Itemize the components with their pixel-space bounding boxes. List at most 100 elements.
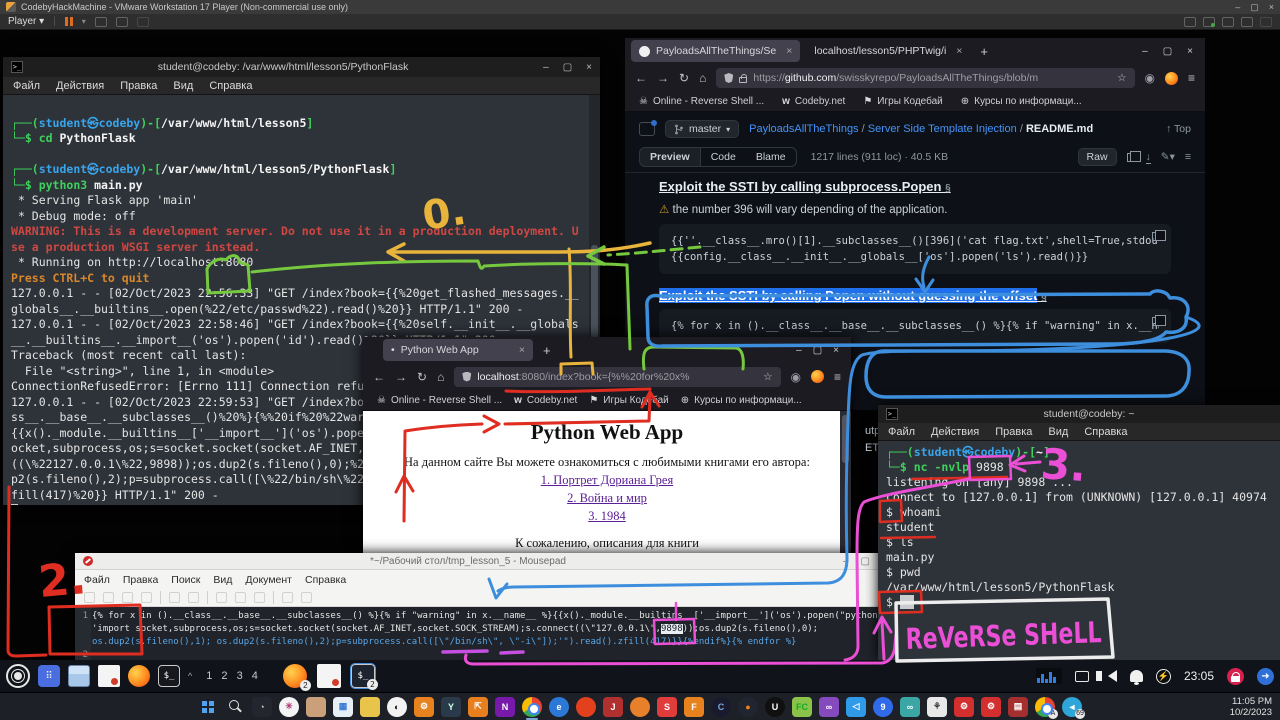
suspend-button[interactable] (65, 17, 73, 26)
menu-help[interactable]: Справка (1084, 426, 1127, 438)
tab-localhost-phptwig[interactable]: localhost/lesson5/PHPTwig/i× (806, 40, 970, 62)
new-tab-button[interactable]: + (543, 343, 551, 358)
firefox-account-icon[interactable] (1165, 72, 1178, 85)
panel-chevron-icon[interactable]: ^ (188, 671, 192, 681)
terminal-titlebar[interactable]: >_ student@codeby: /var/www/html/lesson5… (3, 57, 600, 77)
toolbox-red-icon[interactable]: ▤ (1008, 697, 1028, 717)
jetbrains-icon[interactable]: J (603, 697, 623, 717)
reload-icon[interactable]: ↻ (679, 71, 689, 85)
top-link[interactable]: ↑ Top (1166, 123, 1191, 135)
bookmark-reverse-shell[interactable]: ☠Online - Reverse Shell ... (377, 395, 502, 406)
window-minimize[interactable]: – (1142, 46, 1148, 57)
window-maximize[interactable]: ▢ (563, 62, 572, 73)
file-tree-toggle-icon[interactable] (639, 122, 655, 136)
breadcrumb-dir[interactable]: Server Side Template Injection (868, 123, 1017, 135)
chrome-icon-active[interactable] (522, 697, 542, 717)
shutter-app-icon[interactable]: S (657, 697, 677, 717)
menu-hamburger-icon[interactable]: ≡ (834, 370, 841, 384)
slack-app-icon[interactable]: ✳ (279, 697, 299, 717)
window-maximize[interactable]: ▢ (861, 556, 870, 567)
portrait-app-icon[interactable] (306, 697, 326, 717)
settings-app-icon[interactable]: ⠿ (38, 665, 60, 687)
window-minimize[interactable]: – (543, 62, 549, 73)
url-bar[interactable]: localhost:8080/index?book={%%20for%20x% … (454, 367, 780, 387)
running-mousepad[interactable] (317, 664, 341, 688)
send-cad-icon[interactable] (95, 17, 107, 27)
update-tray-icon[interactable]: ➜ (1257, 668, 1274, 685)
menu-file[interactable]: Файл (84, 574, 110, 586)
menu-view[interactable]: Вид (1048, 426, 1068, 438)
windows-clock[interactable]: 11:05 PM 10/2/2023 (1230, 696, 1272, 718)
device-printer-icon[interactable] (1260, 17, 1272, 27)
vscode-icon[interactable]: ◁ (846, 697, 866, 717)
anchor-link-icon[interactable]: § (945, 183, 951, 194)
unreal-icon[interactable]: U (765, 697, 785, 717)
paste-icon[interactable] (254, 592, 265, 603)
copy-code-icon[interactable] (1152, 317, 1161, 326)
suspend-dropdown[interactable]: ▾ (82, 17, 86, 26)
menu-search[interactable]: Поиск (171, 574, 200, 586)
anchor-link-icon[interactable]: § (1041, 292, 1047, 303)
terminal-launcher-icon[interactable]: $_ (158, 665, 180, 687)
gauge-app-icon[interactable]: ◔ (252, 697, 272, 717)
menu-help[interactable]: Справка (305, 574, 346, 586)
vmware-tray-icon[interactable]: ⚙ (414, 697, 434, 717)
device-sound-icon[interactable] (1241, 17, 1253, 27)
tab-close-icon[interactable]: × (786, 45, 792, 57)
display-tray-icon[interactable] (1075, 671, 1089, 682)
menu-hamburger-icon[interactable]: ≡ (1188, 71, 1195, 85)
bookmark-codeby[interactable]: wCodeby.net (514, 395, 577, 406)
menu-help[interactable]: Справка (209, 80, 252, 92)
vmware-maximize-button[interactable]: ▢ (1250, 2, 1259, 13)
book-link-3[interactable]: 3. 1984 (363, 509, 851, 524)
cinema4d-icon[interactable]: C (711, 697, 731, 717)
falcon-app-icon[interactable]: ⚘ (927, 697, 947, 717)
applications-menu-icon[interactable] (6, 664, 30, 688)
chrome-profile-icon[interactable]: A (1035, 697, 1055, 717)
url-bar[interactable]: https://github.com/swisskyrepo/PayloadsA… (716, 68, 1134, 88)
leaf-app-icon[interactable] (630, 697, 650, 717)
gear-red-icon-1[interactable]: ⚙ (954, 697, 974, 717)
power-manager-icon[interactable]: ⚡ (1156, 669, 1171, 684)
menu-file[interactable]: Файл (888, 426, 915, 438)
tab-preview[interactable]: Preview (640, 148, 701, 166)
tab-payloadsallthethings[interactable]: PayloadsAllTheThings/Se× (631, 40, 800, 62)
menu-file[interactable]: Файл (13, 80, 40, 92)
open-file-icon[interactable] (103, 592, 114, 603)
maps-pin-icon[interactable]: 9 (873, 697, 893, 717)
window-close[interactable]: × (586, 62, 592, 73)
download-icon[interactable]: ↓ (1146, 151, 1151, 164)
player-menu[interactable]: Player ▾ (8, 16, 44, 27)
edit-pencil-icon[interactable]: ✎▾ (1161, 151, 1175, 163)
find-icon[interactable] (282, 592, 293, 603)
tab-close-icon[interactable]: × (519, 344, 525, 356)
bookmark-games[interactable]: ⚑Игры Кодебай (589, 395, 668, 406)
window-minimize[interactable]: – (796, 345, 802, 356)
menu-document[interactable]: Документ (245, 574, 292, 586)
home-icon[interactable]: ⌂ (437, 370, 444, 384)
workspace-switcher[interactable]: 1 2 3 4 (206, 670, 261, 682)
notifications-bell-icon[interactable] (1130, 670, 1143, 682)
search-icon[interactable] (225, 697, 245, 717)
telegram-icon[interactable]: ◄69 (1062, 697, 1082, 717)
tab-blame[interactable]: Blame (746, 148, 796, 166)
window-close[interactable]: × (833, 345, 839, 356)
terminal-output[interactable]: ┌──(student㉿codeby)-[~]└─$ nc -nvlp 9898… (878, 441, 1280, 660)
vm-clock[interactable]: 23:05 (1184, 669, 1214, 683)
window-maximize[interactable]: ▢ (1163, 46, 1172, 57)
vmware-workstation-icon[interactable]: ⇱ (468, 697, 488, 717)
calendar-app-icon[interactable]: ▦ (333, 697, 353, 717)
fullscreen-icon[interactable] (116, 17, 128, 27)
firefox-icon[interactable] (576, 697, 596, 717)
menu-actions[interactable]: Действия (931, 426, 979, 438)
new-file-icon[interactable] (84, 592, 95, 603)
tab-close-icon[interactable]: × (956, 45, 962, 57)
f-app-icon[interactable]: F (684, 697, 704, 717)
menu-actions[interactable]: Действия (56, 80, 104, 92)
bookmark-codeby[interactable]: wCodeby.net (782, 96, 845, 107)
firefox-launcher-icon[interactable] (128, 665, 150, 687)
back-icon[interactable]: ← (635, 71, 647, 85)
file-manager-icon[interactable] (68, 665, 90, 687)
window-minimize[interactable]: – (843, 556, 849, 567)
device-usb-icon[interactable] (1222, 17, 1234, 27)
